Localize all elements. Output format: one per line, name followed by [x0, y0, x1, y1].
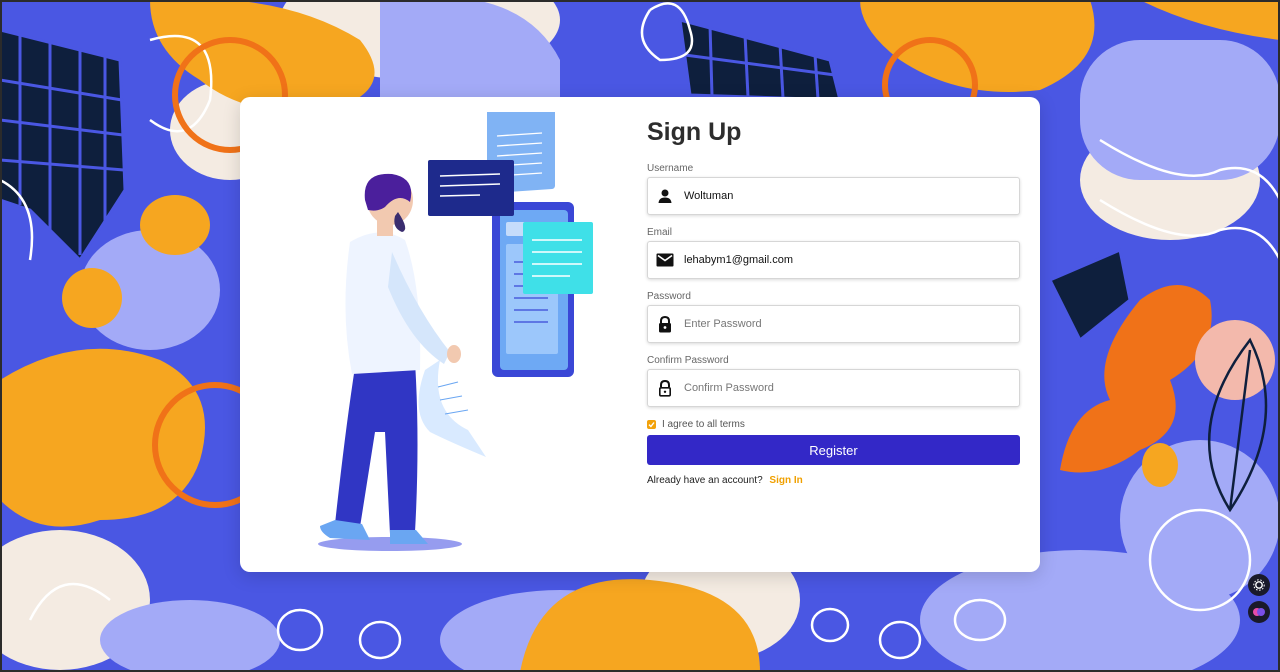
signin-prompt-text: Already have an account? — [647, 475, 763, 486]
confirm-password-input[interactable] — [682, 381, 1019, 395]
signin-prompt: Already have an account? Sign In — [647, 475, 1020, 486]
brain-icon — [1253, 608, 1265, 616]
signup-card: Sign Up Username Email Password Confirm … — [240, 97, 1040, 572]
signin-link[interactable]: Sign In — [769, 475, 802, 486]
signup-illustration — [318, 112, 593, 551]
agree-label: I agree to all terms — [662, 418, 745, 430]
email-input[interactable] — [682, 253, 1019, 267]
signup-form: Sign Up Username Email Password Confirm … — [647, 117, 1020, 486]
username-field[interactable] — [647, 177, 1020, 215]
agree-checkbox[interactable] — [647, 419, 656, 429]
settings-float-button[interactable] — [1248, 574, 1270, 596]
lock-open-icon — [648, 379, 682, 397]
username-input[interactable] — [682, 189, 1019, 203]
username-label: Username — [647, 163, 694, 174]
confirm-password-label: Confirm Password — [647, 355, 729, 366]
password-field[interactable] — [647, 305, 1020, 343]
gear-icon — [1253, 579, 1265, 591]
lock-icon — [648, 315, 682, 333]
register-button[interactable]: Register — [647, 435, 1020, 465]
confirm-password-field[interactable] — [647, 369, 1020, 407]
agree-terms[interactable]: I agree to all terms — [647, 417, 1020, 431]
page-title: Sign Up — [647, 118, 742, 146]
user-icon — [648, 188, 682, 204]
mail-icon — [648, 253, 682, 267]
password-label: Password — [647, 291, 691, 302]
email-label: Email — [647, 227, 673, 238]
email-field[interactable] — [647, 241, 1020, 279]
password-input[interactable] — [682, 317, 1019, 331]
assistant-float-button[interactable] — [1248, 601, 1270, 623]
